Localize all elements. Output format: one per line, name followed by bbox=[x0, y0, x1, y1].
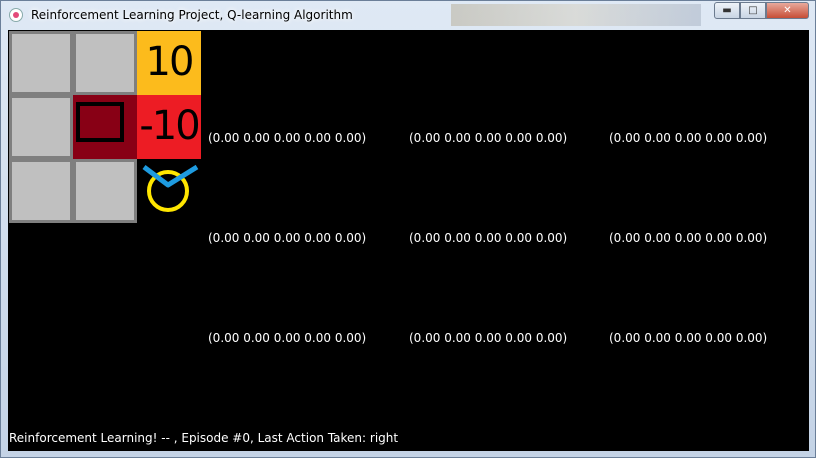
q-value-0-2: (0.00 0.00 0.00 0.00 0.00) bbox=[609, 131, 768, 145]
close-icon: ✕ bbox=[783, 5, 792, 16]
grid-cell-0-0 bbox=[9, 31, 73, 95]
game-canvas: 10 -10 (0.00 0.00 0.00 0.00 0.00) (0.00 … bbox=[8, 30, 809, 451]
window-controls: ▬ □ ✕ bbox=[714, 2, 809, 21]
q-value-2-0: (0.00 0.00 0.00 0.00 0.00) bbox=[208, 331, 367, 345]
q-value-1-1: (0.00 0.00 0.00 0.00 0.00) bbox=[409, 231, 568, 245]
q-value-0-0: (0.00 0.00 0.00 0.00 0.00) bbox=[208, 131, 367, 145]
minimize-button[interactable]: ▬ bbox=[714, 2, 740, 19]
window-title: Reinforcement Learning Project, Q-learni… bbox=[31, 8, 353, 22]
penalty-cell: -10 bbox=[137, 95, 201, 159]
maximize-icon: □ bbox=[748, 5, 758, 16]
background-window-strip bbox=[451, 4, 701, 26]
q-value-0-1: (0.00 0.00 0.00 0.00 0.00) bbox=[409, 131, 568, 145]
q-value-1-0: (0.00 0.00 0.00 0.00 0.00) bbox=[208, 231, 367, 245]
q-value-1-2: (0.00 0.00 0.00 0.00 0.00) bbox=[609, 231, 768, 245]
q-value-2-1: (0.00 0.00 0.00 0.00 0.00) bbox=[409, 331, 568, 345]
agent-smiley-icon bbox=[142, 164, 199, 212]
goal-reward-label: 10 bbox=[145, 39, 195, 85]
maximize-button[interactable]: □ bbox=[740, 2, 766, 19]
close-button[interactable]: ✕ bbox=[766, 2, 809, 19]
penalty-reward-label: -10 bbox=[139, 103, 200, 149]
minimize-icon: ▬ bbox=[722, 5, 732, 16]
grid-cell-1-0 bbox=[9, 95, 73, 159]
agent-cell bbox=[137, 159, 201, 223]
title-bar[interactable]: Reinforcement Learning Project, Q-learni… bbox=[1, 1, 815, 29]
grid-cell-2-0 bbox=[9, 159, 73, 223]
app-window: Reinforcement Learning Project, Q-learni… bbox=[0, 0, 816, 458]
grid-cell-0-1 bbox=[73, 31, 137, 95]
status-text: Reinforcement Learning! -- , Episode #0,… bbox=[9, 431, 399, 445]
q-value-2-2: (0.00 0.00 0.00 0.00 0.00) bbox=[609, 331, 768, 345]
grid-cell-2-1 bbox=[73, 159, 137, 223]
app-icon[interactable] bbox=[9, 8, 23, 22]
obstacle-block bbox=[76, 102, 124, 142]
goal-cell: 10 bbox=[137, 31, 201, 95]
